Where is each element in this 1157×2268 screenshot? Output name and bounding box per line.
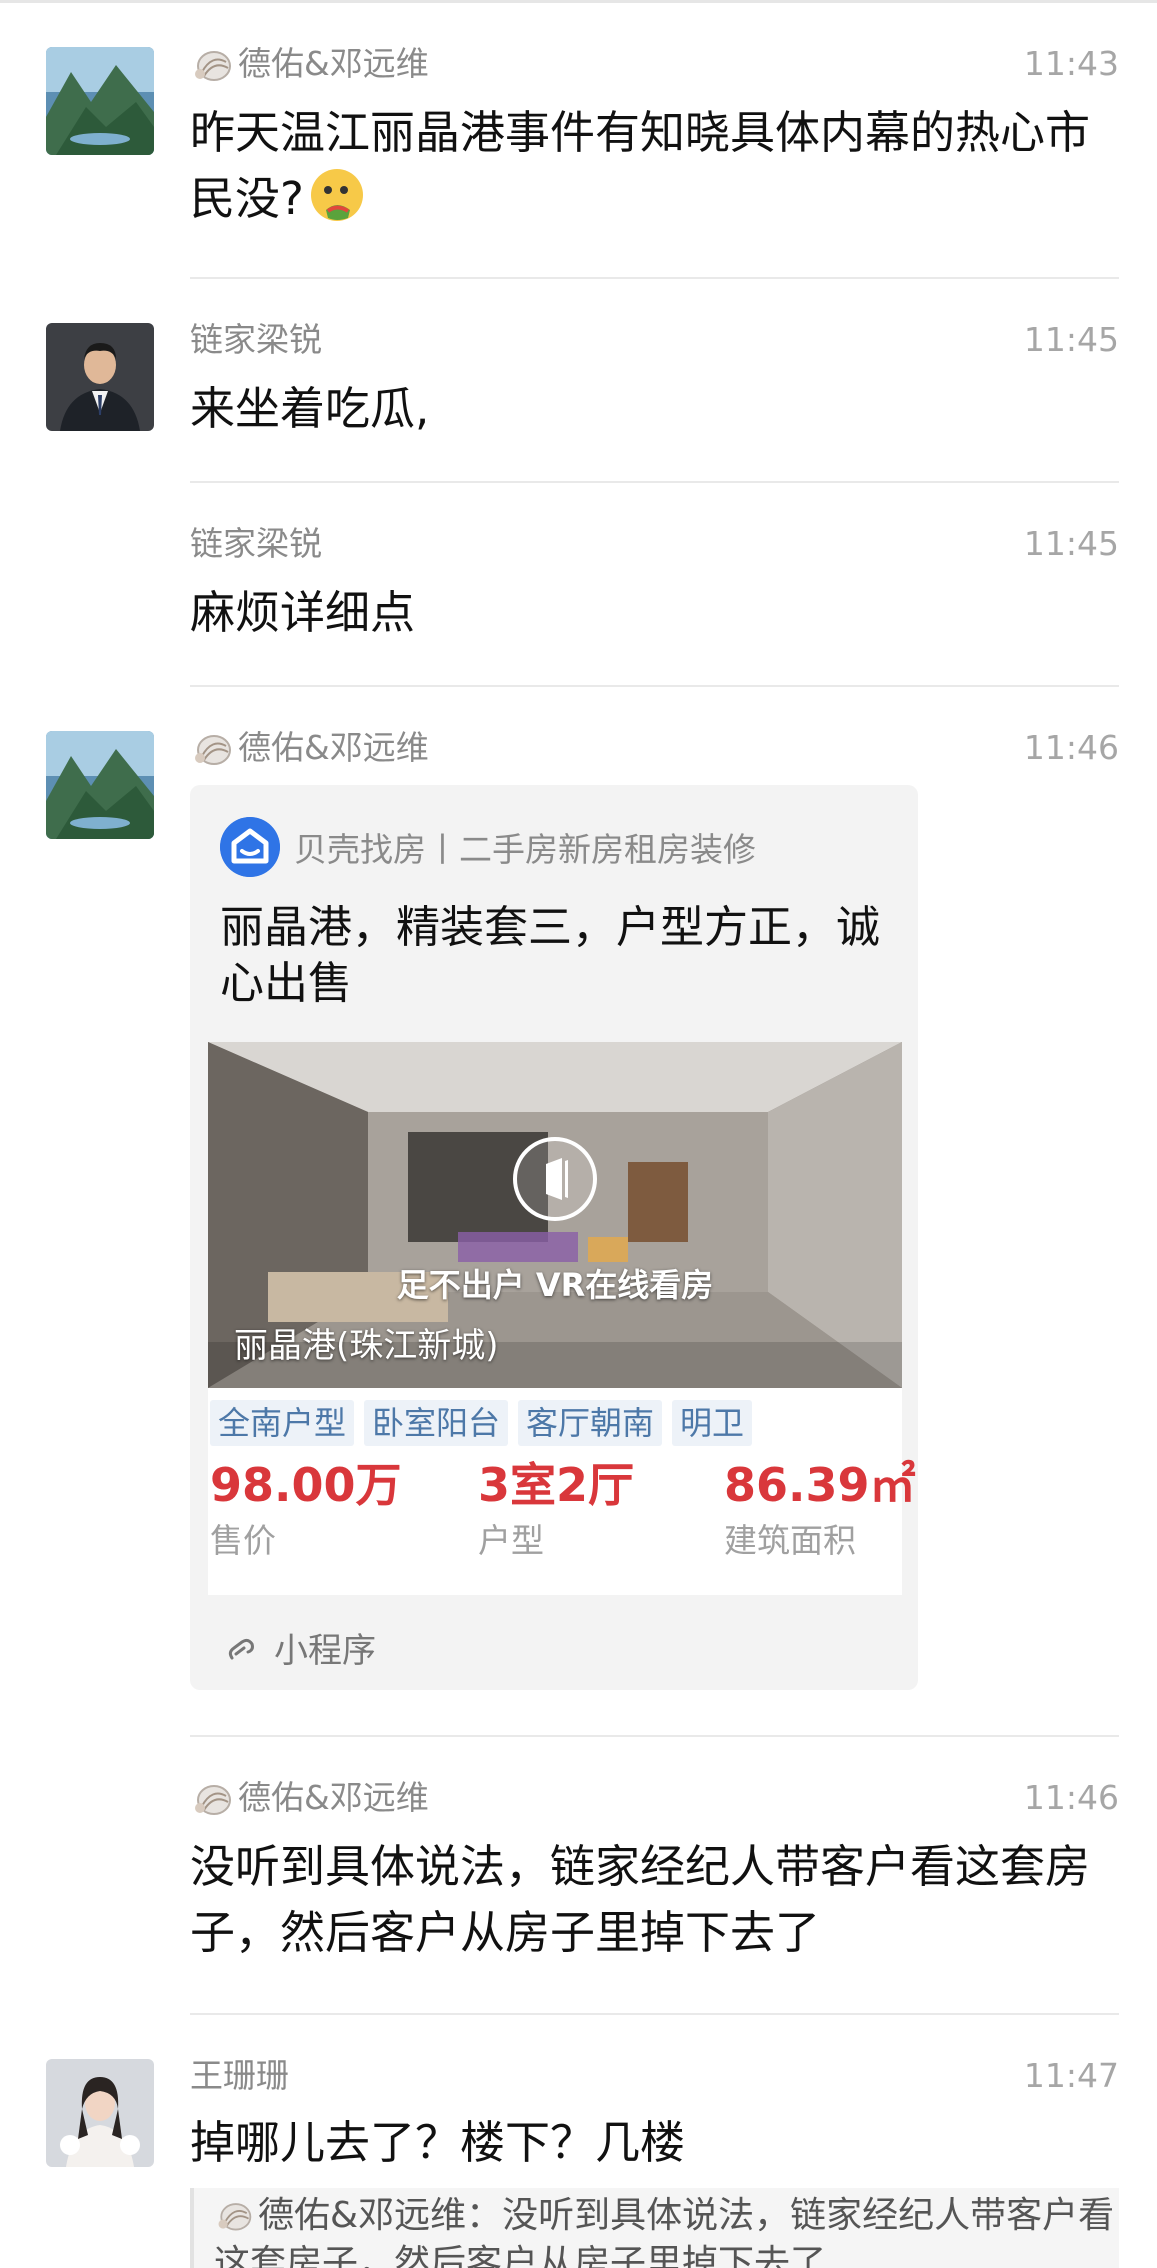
price-label: 售价 xyxy=(210,1521,276,1560)
shell-icon xyxy=(218,2203,252,2231)
quoted-reply[interactable]: 德佑&邓远维：没听到具体说法，链家经纪人带客户看这套房子，然后客户从房子里掉下去… xyxy=(190,2188,1119,2268)
card-title: 丽晶港，精装套三，户型方正，诚心出售 xyxy=(220,902,880,1009)
sender-name: 链家梁锐 xyxy=(190,320,322,359)
beike-logo-icon xyxy=(220,817,280,877)
avatar-wangshanshan[interactable] xyxy=(46,2059,154,2167)
avatar-lianjia[interactable] xyxy=(46,323,154,431)
avatar-deyou[interactable] xyxy=(46,47,154,155)
listing-preview: 足不出户 VR在线看房 丽晶港(珠江新城) 全南户型 卧室阳台 客厅朝南 明卫 … xyxy=(208,1042,916,1595)
message-time: 11:45 xyxy=(1023,524,1119,563)
layout-label: 户型 xyxy=(478,1521,544,1560)
shell-icon xyxy=(195,1785,231,1815)
price-stat: 98.00万 售价 xyxy=(210,1454,402,1566)
sender-name: 德佑&邓远维 xyxy=(190,42,429,86)
message-divider xyxy=(190,481,1119,483)
feature-tag: 客厅朝南 xyxy=(518,1400,663,1446)
feature-tags: 全南户型 卧室阳台 客厅朝南 明卫 xyxy=(210,1400,753,1446)
message-text[interactable]: 掉哪儿去了？楼下？几楼 xyxy=(190,2110,1119,2176)
feature-tag: 全南户型 xyxy=(210,1400,355,1446)
sender-name: 王珊珊 xyxy=(190,2056,289,2095)
sender-name: 德佑&邓远维 xyxy=(190,1776,429,1820)
sender-name: 链家梁锐 xyxy=(190,524,322,563)
message-time: 11:46 xyxy=(1023,1778,1119,1817)
message-text[interactable]: 没听到具体说法，链家经纪人带客户看这套房子，然后客户从房子里掉下去了 xyxy=(190,1834,1119,1966)
message-time: 11:46 xyxy=(1023,728,1119,767)
message-time: 11:45 xyxy=(1023,320,1119,359)
card-source: 贝壳找房丨二手房新房租房装修 xyxy=(294,830,756,869)
message-text[interactable]: 昨天温江丽晶港事件有知晓具体内幕的热心市民没? xyxy=(190,100,1119,232)
feature-tag: 明卫 xyxy=(672,1400,753,1446)
feature-tag: 卧室阳台 xyxy=(364,1400,509,1446)
layout-stat: 3室2厅 户型 xyxy=(478,1454,634,1566)
area-label: 建筑面积 xyxy=(724,1521,856,1560)
shell-icon xyxy=(195,735,231,765)
vr-label: 足不出户 VR在线看房 xyxy=(396,1266,714,1304)
mini-program-icon xyxy=(228,1638,254,1659)
message-divider xyxy=(190,2013,1119,2015)
message-text[interactable]: 来坐着吃瓜, xyxy=(190,376,1119,442)
sender-name: 德佑&邓远维 xyxy=(190,726,429,770)
mini-program-label: 小程序 xyxy=(274,1631,376,1671)
vr-room-photo[interactable]: 足不出户 VR在线看房 丽晶港(珠江新城) xyxy=(208,1042,902,1388)
vr-play-icon[interactable] xyxy=(510,1134,600,1224)
mini-program-card[interactable]: 贝壳找房丨二手房新房租房装修 丽晶港，精装套三，户型方正，诚心出售 足不出户 V… xyxy=(190,785,918,1690)
mini-program-footer: 小程序 xyxy=(224,1623,376,1672)
eating-melon-emoji-icon xyxy=(310,169,363,221)
area-stat: 86.39㎡ 建筑面积 xyxy=(724,1454,916,1566)
message-divider xyxy=(190,685,1119,687)
layout-value: 3室2厅 xyxy=(478,1458,635,1512)
message-divider xyxy=(190,1735,1119,1737)
message-time: 11:47 xyxy=(1023,2056,1119,2095)
avatar-deyou[interactable] xyxy=(46,731,154,839)
quoted-text: 德佑&邓远维：没听到具体说法，链家经纪人带客户看这套房子，然后客户从房子里掉下去… xyxy=(214,2195,1115,2268)
message-time: 11:43 xyxy=(1023,44,1119,83)
shell-icon xyxy=(195,51,231,81)
price-value: 98.00万 xyxy=(210,1458,402,1512)
message-divider xyxy=(190,277,1119,279)
listing-place: 丽晶港(珠江新城) xyxy=(234,1326,499,1366)
top-divider xyxy=(0,0,1157,3)
area-value: 86.39㎡ xyxy=(724,1458,916,1512)
message-text[interactable]: 麻烦详细点 xyxy=(190,580,1119,646)
